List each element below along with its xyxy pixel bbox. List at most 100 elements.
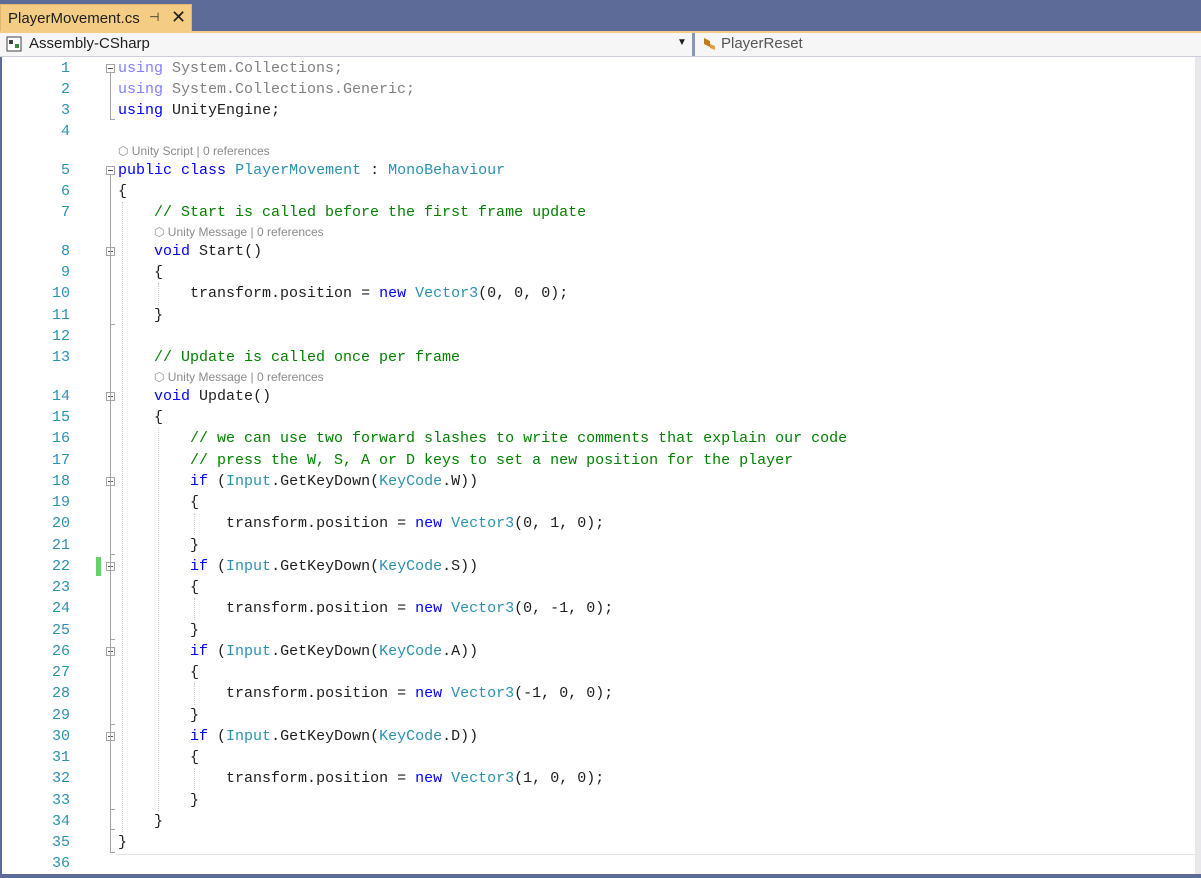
project-dropdown[interactable]: Assembly-CSharp ▼ (0, 33, 690, 56)
csharp-project-icon (6, 36, 22, 52)
code-line[interactable]: 23 { (2, 577, 1192, 598)
code-line[interactable]: 16 // we can use two forward slashes to … (2, 428, 1192, 449)
fold-line-end (110, 724, 115, 725)
pin-icon[interactable]: ⊣ (149, 10, 159, 24)
code-line[interactable]: 13 // Update is called once per frame (2, 347, 1192, 368)
code-line[interactable]: 28 transform.position = new Vector3(-1, … (2, 683, 1192, 704)
code-text[interactable]: transform.position = new Vector3(0, -1, … (118, 598, 613, 619)
code-line[interactable]: 31 { (2, 747, 1192, 768)
code-text[interactable]: // Update is called once per frame (118, 347, 460, 368)
code-line[interactable]: 12 (2, 326, 1192, 347)
code-text[interactable]: transform.position = new Vector3(-1, 0, … (118, 683, 613, 704)
code-text[interactable]: // we can use two forward slashes to wri… (118, 428, 847, 449)
line-number: 24 (51, 600, 70, 617)
code-line[interactable]: 33 } (2, 790, 1192, 811)
code-text[interactable]: using System.Collections.Generic; (118, 79, 415, 100)
collapse-toggle-icon[interactable] (106, 64, 115, 73)
code-text[interactable]: } (118, 832, 127, 853)
chevron-down-icon[interactable]: ▼ (677, 37, 687, 48)
code-text[interactable]: if (Input.GetKeyDown(KeyCode.A)) (118, 641, 478, 662)
code-text[interactable]: { (118, 262, 163, 283)
code-line[interactable]: 30 if (Input.GetKeyDown(KeyCode.D)) (2, 726, 1192, 747)
code-text[interactable]: transform.position = new Vector3(0, 0, 0… (118, 283, 568, 304)
fold-line (110, 486, 111, 554)
line-number: 14 (51, 388, 70, 405)
code-text[interactable]: void Update() (118, 386, 271, 407)
code-line[interactable]: 14 void Update() (2, 386, 1192, 407)
indent-guide (122, 202, 123, 832)
line-number: 25 (51, 622, 70, 639)
code-line[interactable]: 6{ (2, 181, 1192, 202)
code-text[interactable]: using UnityEngine; (118, 100, 280, 121)
code-line[interactable]: 26 if (Input.GetKeyDown(KeyCode.A)) (2, 641, 1192, 662)
code-line[interactable]: 18 if (Input.GetKeyDown(KeyCode.W)) (2, 471, 1192, 492)
code-line[interactable]: 4 (2, 121, 1192, 142)
code-text[interactable]: // press the W, S, A or D keys to set a … (118, 450, 793, 471)
code-line[interactable]: 3 using UnityEngine; (2, 100, 1192, 121)
code-line[interactable]: 19 { (2, 492, 1192, 513)
code-line[interactable]: 7 // Start is called before the first fr… (2, 202, 1192, 223)
code-line[interactable]: 35} (2, 832, 1192, 853)
code-line[interactable]: 20 transform.position = new Vector3(0, 1… (2, 513, 1192, 534)
code-line[interactable]: 15 { (2, 407, 1192, 428)
code-line[interactable]: 8 void Start() (2, 241, 1192, 262)
code-line[interactable]: 17 // press the W, S, A or D keys to set… (2, 450, 1192, 471)
code-line[interactable]: 9 { (2, 262, 1192, 283)
code-line[interactable]: 10 transform.position = new Vector3(0, 0… (2, 283, 1192, 304)
vertical-scrollbar[interactable] (1195, 57, 1201, 874)
code-text[interactable]: transform.position = new Vector3(1, 0, 0… (118, 768, 604, 789)
line-number: 4 (60, 123, 70, 140)
line-number: 36 (51, 855, 70, 872)
code-text[interactable]: using System.Collections; (118, 58, 343, 79)
code-line[interactable]: 25 } (2, 620, 1192, 641)
fold-line (110, 73, 111, 119)
code-line[interactable]: 5 public class PlayerMovement : MonoBehav… (2, 160, 1192, 181)
code-text[interactable]: if (Input.GetKeyDown(KeyCode.D)) (118, 726, 478, 747)
code-text[interactable]: if (Input.GetKeyDown(KeyCode.W)) (118, 471, 478, 492)
line-number: 32 (51, 770, 70, 787)
codelens-references[interactable]: ⬡ Unity Script | 0 references (118, 142, 270, 160)
code-line[interactable]: 29 } (2, 705, 1192, 726)
fold-line-end (110, 639, 115, 640)
code-text[interactable]: transform.position = new Vector3(0, 1, 0… (118, 513, 604, 534)
code-text[interactable]: { (118, 181, 127, 202)
line-number: 18 (51, 473, 70, 490)
tab-player-movement[interactable]: PlayerMovement.cs ⊣ ✕ (0, 4, 192, 32)
code-line[interactable]: 36 (2, 853, 1192, 874)
code-line[interactable]: 2 using System.Collections.Generic; (2, 79, 1192, 100)
code-line[interactable]: 24 transform.position = new Vector3(0, -… (2, 598, 1192, 619)
codelens-references[interactable]: ⬡ Unity Message | 0 references (154, 223, 324, 241)
line-number: 21 (51, 537, 70, 554)
code-editor[interactable]: 1 using System.Collections; 2 using System.… (2, 57, 1195, 874)
code-line[interactable]: 1 using System.Collections; (2, 58, 1192, 79)
line-number: 5 (60, 162, 70, 179)
code-text[interactable]: if (Input.GetKeyDown(KeyCode.S)) (118, 556, 478, 577)
close-icon[interactable]: ✕ (171, 7, 186, 27)
line-number: 19 (51, 494, 70, 511)
fold-line (110, 741, 111, 809)
code-line[interactable]: 27 { (2, 662, 1192, 683)
code-line[interactable]: 34 } (2, 811, 1192, 832)
member-dropdown[interactable]: PlayerReset (692, 33, 1201, 56)
member-name: PlayerReset (721, 35, 803, 52)
change-marker (96, 557, 101, 576)
codelens-references[interactable]: ⬡ Unity Message | 0 references (154, 368, 324, 386)
line-number: 35 (51, 834, 70, 851)
code-line[interactable]: 32 transform.position = new Vector3(1, 0… (2, 768, 1192, 789)
code-text[interactable]: } (118, 305, 163, 326)
collapse-toggle-icon[interactable] (106, 166, 115, 175)
code-text[interactable]: // Start is called before the first fram… (118, 202, 586, 223)
editor-bottom-rule (116, 854, 1195, 855)
code-line[interactable]: 22 if (Input.GetKeyDown(KeyCode.S)) (2, 556, 1192, 577)
line-number: 30 (51, 728, 70, 745)
code-line[interactable]: 11 } (2, 305, 1192, 326)
line-number: 8 (60, 243, 70, 260)
line-number: 7 (60, 204, 70, 221)
code-text[interactable]: } (118, 811, 163, 832)
indent-guide (194, 513, 195, 535)
code-line[interactable]: 21 } (2, 535, 1192, 556)
code-text[interactable]: { (118, 407, 163, 428)
code-text[interactable]: void Start() (118, 241, 262, 262)
line-number: 31 (51, 749, 70, 766)
code-text[interactable]: public class PlayerMovement : MonoBehavi… (118, 160, 505, 181)
